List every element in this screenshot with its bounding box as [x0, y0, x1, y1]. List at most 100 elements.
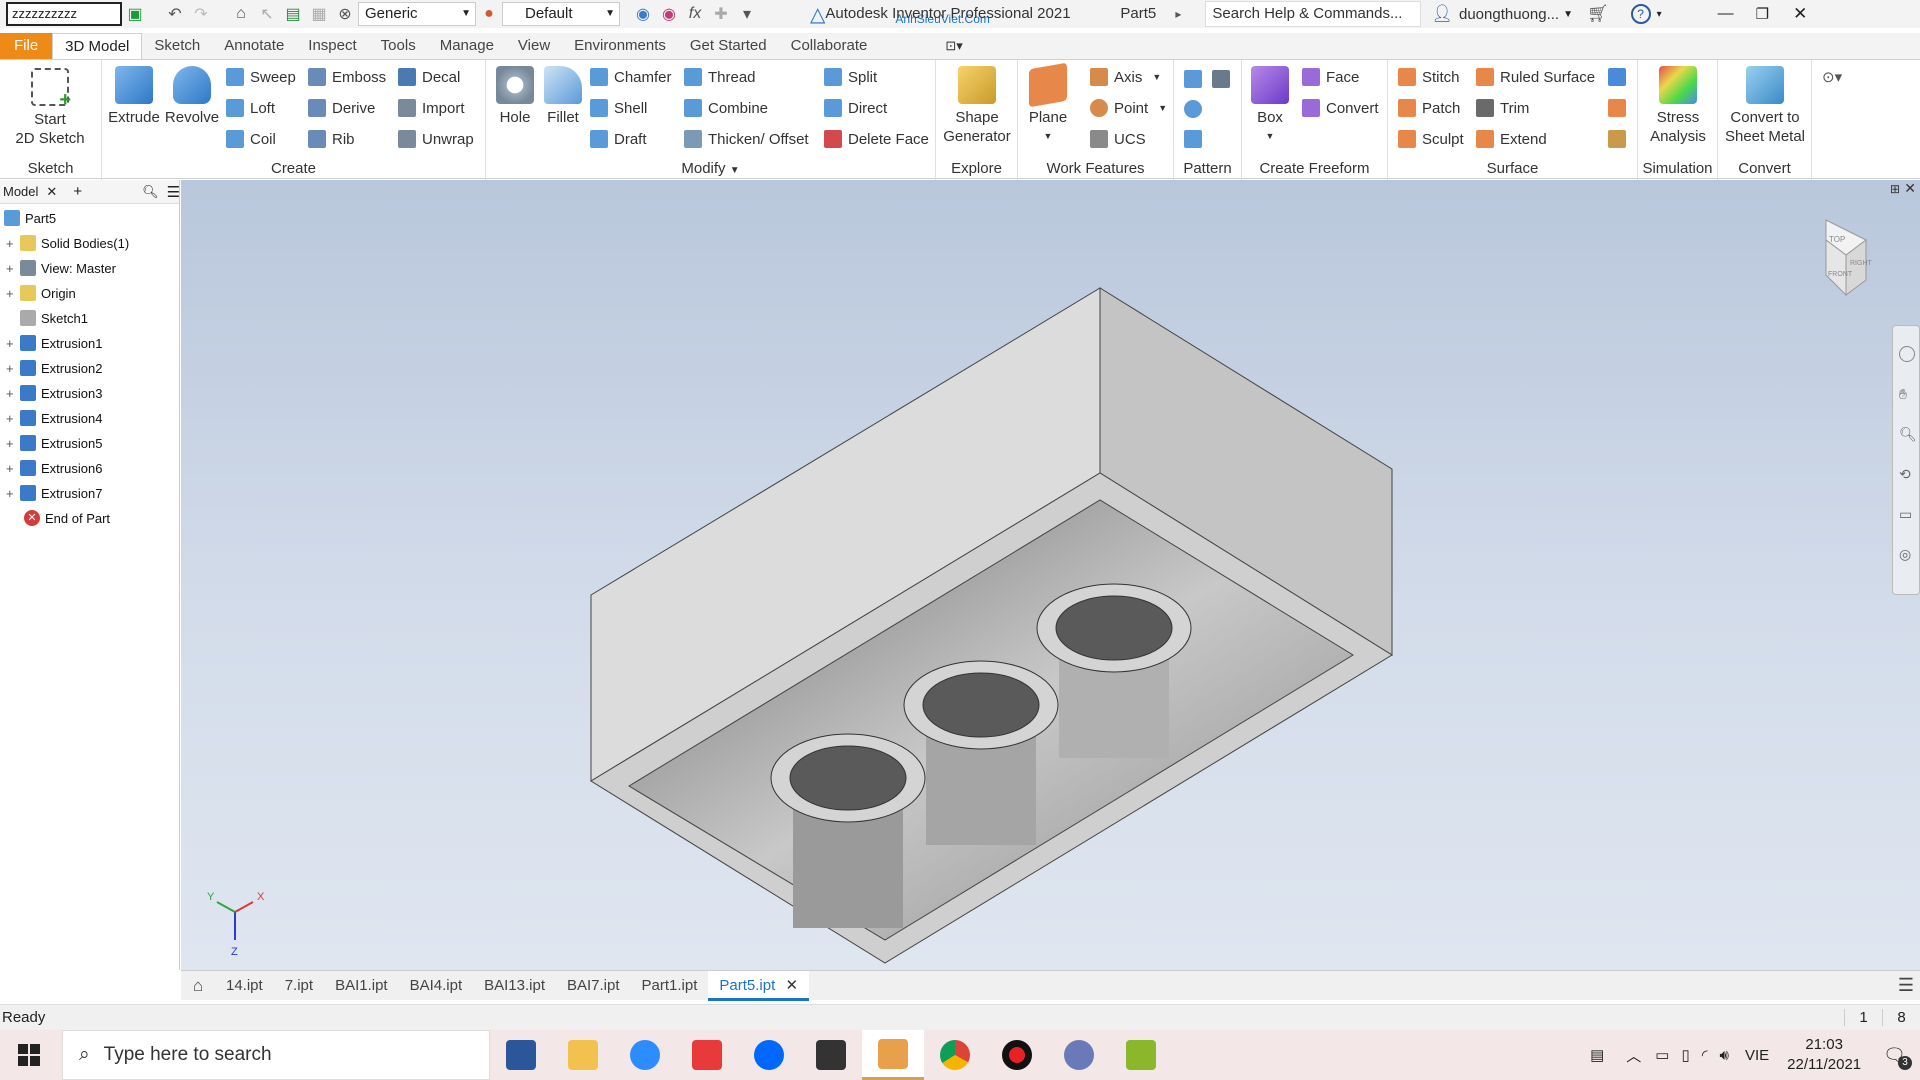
user-name[interactable]: duongthuong...	[1459, 6, 1559, 23]
decal-button[interactable]: Decal	[398, 68, 460, 86]
ucs-button[interactable]: UCS	[1090, 130, 1146, 148]
tree-node-solid-bodies[interactable]: + Solid Bodies(1)	[0, 231, 129, 255]
zoom-app[interactable]	[614, 1030, 676, 1080]
clock[interactable]: 21:03 22/11/2021	[1787, 1035, 1861, 1075]
patch-button[interactable]: Patch	[1398, 99, 1460, 117]
coil-button[interactable]: Coil	[226, 130, 276, 148]
tab-file[interactable]: File	[0, 33, 53, 59]
doc-tab[interactable]: BAI7.ipt	[556, 971, 631, 1001]
restore-icon[interactable]: ❐	[1756, 5, 1769, 23]
select-icon[interactable]: ↖	[254, 3, 280, 25]
wifi-icon[interactable]: ◜	[1702, 1046, 1708, 1064]
rib-button[interactable]: Rib	[308, 130, 355, 148]
stress-analysis-button[interactable]: Stress Analysis	[1642, 66, 1714, 146]
doc-tab[interactable]: BAI1.ipt	[324, 971, 399, 1001]
cart-icon[interactable]: 🛒︎	[1587, 4, 1609, 24]
record-app[interactable]	[986, 1030, 1048, 1080]
news-icon[interactable]: ▤	[1590, 1046, 1604, 1064]
start-icon[interactable]	[18, 1044, 40, 1066]
ribbon-options-icon[interactable]: ⊡▾	[945, 38, 962, 54]
emboss-button[interactable]: Emboss	[308, 68, 386, 86]
expand-icon[interactable]: +	[6, 236, 16, 251]
user-icon[interactable]: 👤︎	[1431, 4, 1453, 24]
network-app[interactable]	[1048, 1030, 1110, 1080]
adjust-icon[interactable]: ◉	[656, 3, 682, 25]
panel-title-modify[interactable]: Modify ▼	[486, 160, 935, 177]
direct-button[interactable]: Direct	[824, 99, 887, 117]
save-icon[interactable]: ▤	[280, 3, 306, 25]
v-app[interactable]	[1110, 1030, 1172, 1080]
battery-icon[interactable]: ▭	[1655, 1046, 1669, 1064]
close-icon[interactable]: ✕	[1904, 180, 1916, 197]
view-cube[interactable]: TOP RIGHT FRONT	[1825, 219, 1873, 297]
tab-environments[interactable]: Environments	[562, 33, 678, 59]
expand-icon[interactable]: +	[6, 336, 16, 351]
sketch-name-input[interactable]: zzzzzzzzzz	[6, 2, 122, 26]
draft-button[interactable]: Draft	[590, 130, 647, 148]
customize-icon[interactable]: ▾	[734, 3, 760, 25]
tab-sketch[interactable]: Sketch	[142, 33, 212, 59]
sweep-button[interactable]: Sweep	[226, 68, 296, 86]
search-icon[interactable]: 🔍︎	[142, 184, 159, 200]
chevron-down-icon[interactable]: ▾	[1657, 9, 1662, 20]
tab-view[interactable]: View	[506, 33, 562, 59]
tab-get-started[interactable]: Get Started	[678, 33, 779, 59]
steering-wheel-icon[interactable]	[1899, 346, 1915, 362]
language-indicator[interactable]: VIE	[1745, 1047, 1769, 1064]
doc-tab[interactable]: BAI4.ipt	[399, 971, 474, 1001]
face-button[interactable]: Face	[1302, 68, 1359, 86]
menu-icon[interactable]: ☰	[167, 183, 180, 201]
appearance-select[interactable]: Default ▼	[502, 2, 620, 26]
help-icon[interactable]: ?	[1630, 4, 1651, 24]
view-cube-top[interactable]: TOP	[1829, 235, 1845, 244]
color-override-icon[interactable]: ◉	[630, 3, 656, 25]
doc-tab[interactable]: BAI13.ipt	[473, 971, 556, 1001]
doc-tab[interactable]: Part1.ipt	[631, 971, 709, 1001]
thicken-offset-button[interactable]: Thicken/ Offset	[684, 130, 809, 148]
word-app[interactable]	[490, 1030, 552, 1080]
tree-node-extrusion[interactable]: + Extrusion3	[0, 381, 102, 405]
expand-icon[interactable]: +	[6, 261, 16, 276]
box-button[interactable]: Box ▼	[1246, 66, 1294, 146]
look-at-icon[interactable]: ◎	[1899, 546, 1911, 563]
tab-collaborate[interactable]: Collaborate	[779, 33, 880, 59]
combine-button[interactable]: Combine	[684, 99, 768, 117]
extrude-button[interactable]: Extrude	[104, 66, 164, 127]
close-icon[interactable]: ✕	[46, 184, 57, 200]
inventor-app[interactable]	[862, 1030, 924, 1080]
start-2d-sketch-button[interactable]: + Start 2D Sketch	[8, 68, 92, 148]
doc-tab[interactable]: 7.ipt	[274, 971, 324, 1001]
appearance-icon[interactable]: ●	[476, 3, 502, 25]
expand-icon[interactable]: +	[6, 461, 16, 476]
close-icon[interactable]: ✕	[785, 977, 798, 994]
home-icon[interactable]: ⌂	[228, 3, 254, 25]
viewport-tile-icon[interactable]: ⊞	[1890, 182, 1900, 196]
rectangular-pattern-icon[interactable]	[1184, 70, 1202, 88]
tab-tools[interactable]: Tools	[369, 33, 428, 59]
import-button[interactable]: Import	[398, 99, 465, 117]
taskbar-search[interactable]: ⌕ Type here to search	[62, 1030, 490, 1080]
menu-icon[interactable]: ☰	[1898, 975, 1914, 996]
chamfer-button[interactable]: Chamfer	[590, 68, 672, 86]
zoom-icon[interactable]: 🔍︎	[1899, 426, 1917, 443]
search-help-input[interactable]: Search Help & Commands...	[1205, 1, 1422, 27]
ribbon-more-icon[interactable]: ⊙▾	[1822, 68, 1842, 86]
film-app[interactable]	[800, 1030, 862, 1080]
derive-button[interactable]: Derive	[308, 99, 375, 117]
home-icon[interactable]: ⌂	[181, 976, 215, 996]
sculpt-button[interactable]: Sculpt	[1398, 130, 1464, 148]
tab-manage[interactable]: Manage	[428, 33, 506, 59]
tree-node-extrusion[interactable]: + Extrusion5	[0, 431, 102, 455]
axis-button[interactable]: Axis ▼	[1090, 68, 1161, 86]
circular-pattern-icon[interactable]	[1184, 100, 1202, 118]
volume-icon[interactable]: 🔊︎	[1720, 1047, 1729, 1064]
fillet-button[interactable]: Fillet	[538, 66, 588, 127]
expand-icon[interactable]: +	[6, 386, 16, 401]
trim-button[interactable]: Trim	[1476, 99, 1529, 117]
view-cube-front[interactable]: FRONT	[1828, 271, 1853, 278]
chevron-up-icon[interactable]: ︿	[1626, 1045, 1641, 1066]
zalo-app[interactable]	[738, 1030, 800, 1080]
minimize-icon[interactable]: —	[1718, 5, 1734, 23]
replace-face-icon[interactable]	[1608, 99, 1626, 117]
garena-app[interactable]	[676, 1030, 738, 1080]
